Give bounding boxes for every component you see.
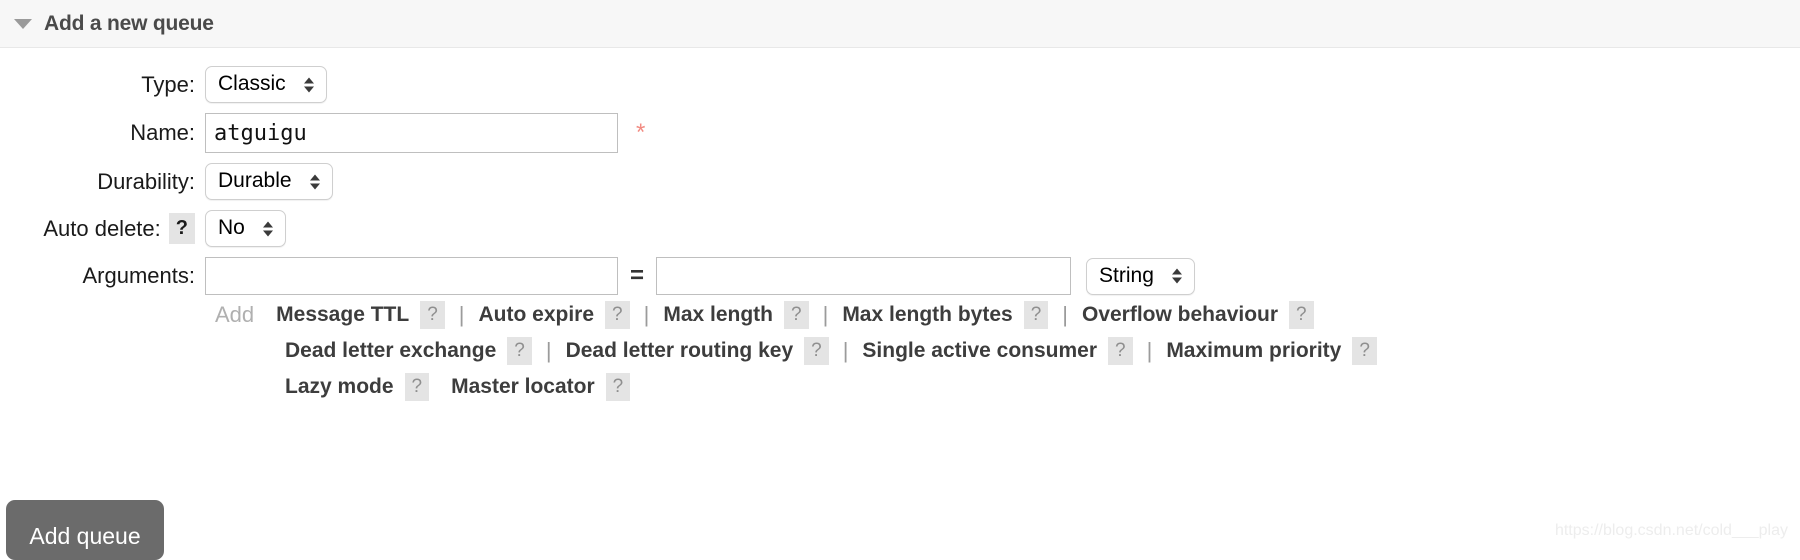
argument-type-select-wrap: String: [1086, 257, 1195, 295]
section-header[interactable]: Add a new queue: [0, 0, 1800, 48]
preset-maximum-priority-help-icon[interactable]: ?: [1352, 337, 1377, 365]
preset-separator: |: [822, 302, 829, 327]
preset-max-length-help-icon[interactable]: ?: [784, 301, 809, 329]
form-row-durability: Durability: Durable: [0, 163, 1800, 200]
preset-separator: |: [1062, 302, 1068, 327]
preset-separator: |: [1146, 338, 1153, 363]
arguments-label-group: Arguments:: [0, 263, 205, 289]
preset-lazy-mode[interactable]: Lazy mode: [285, 375, 394, 399]
form-row-name: Name: *: [0, 113, 1800, 153]
preset-message-ttl-help-icon[interactable]: ?: [420, 301, 445, 329]
form-row-auto-delete: Auto delete: ? No: [0, 210, 1800, 247]
durability-label: Durability:: [97, 168, 195, 194]
preset-maximum-priority[interactable]: Maximum priority: [1166, 339, 1341, 363]
preset-row-2: Dead letter exchange ? | Dead letter rou…: [215, 337, 1800, 365]
triangle-down-icon[interactable]: [14, 18, 32, 29]
preset-lazy-mode-help-icon[interactable]: ?: [404, 373, 430, 401]
watermark: https://blog.csdn.net/cold___play: [1554, 522, 1788, 539]
name-label-group: Name:: [0, 120, 205, 146]
form-row-arguments: Arguments: = String: [0, 257, 1800, 295]
preset-master-locator[interactable]: Master locator: [451, 375, 595, 399]
equals-sign: =: [630, 262, 645, 289]
preset-row-3: Lazy mode ? Master locator ?: [215, 373, 1800, 401]
preset-separator: |: [643, 302, 650, 327]
type-label-group: Type:: [0, 72, 205, 98]
argument-type-select[interactable]: String: [1086, 257, 1195, 295]
preset-message-ttl[interactable]: Message TTL: [276, 303, 409, 327]
argument-value-input[interactable]: [656, 257, 1072, 295]
preset-dead-letter-routing-key[interactable]: Dead letter routing key: [566, 339, 794, 363]
preset-separator: |: [545, 338, 552, 363]
type-select[interactable]: Classic: [205, 66, 327, 103]
preset-master-locator-help-icon[interactable]: ?: [605, 373, 631, 401]
preset-auto-expire[interactable]: Auto expire: [479, 303, 595, 327]
preset-overflow-behaviour-help-icon[interactable]: ?: [1289, 301, 1314, 329]
add-queue-button[interactable]: Add queue: [6, 500, 164, 560]
preset-separator: |: [458, 302, 465, 327]
name-label: Name:: [130, 120, 195, 145]
auto-delete-help-icon[interactable]: ?: [168, 213, 195, 244]
add-argument-link[interactable]: Add: [215, 302, 254, 328]
preset-row-1: Add Message TTL ? | Auto expire ? | Max …: [215, 301, 1800, 329]
type-label: Type:: [141, 71, 195, 97]
page-title: Add a new queue: [44, 11, 214, 35]
auto-delete-label-group: Auto delete: ?: [0, 213, 205, 244]
durability-select[interactable]: Durable: [205, 163, 333, 200]
durability-select-wrap: Durable: [205, 163, 333, 200]
auto-delete-label: Auto delete:: [43, 215, 161, 241]
argument-presets: Add Message TTL ? | Auto expire ? | Max …: [205, 301, 1800, 401]
preset-separator: |: [842, 338, 849, 363]
form-row-type: Type: Classic: [0, 66, 1800, 103]
preset-max-length-bytes[interactable]: Max length bytes: [842, 303, 1012, 327]
auto-delete-select[interactable]: No: [205, 210, 286, 247]
preset-max-length-bytes-help-icon[interactable]: ?: [1023, 301, 1049, 329]
preset-auto-expire-help-icon[interactable]: ?: [605, 301, 630, 329]
arguments-label: Arguments:: [82, 263, 196, 288]
name-input[interactable]: [205, 113, 618, 153]
preset-overflow-behaviour[interactable]: Overflow behaviour: [1082, 303, 1278, 327]
durability-label-group: Durability:: [0, 169, 205, 195]
argument-key-input[interactable]: [205, 257, 618, 295]
preset-max-length[interactable]: Max length: [663, 303, 773, 327]
type-select-wrap: Classic: [205, 66, 327, 103]
preset-dead-letter-exchange-help-icon[interactable]: ?: [507, 337, 532, 365]
preset-dead-letter-routing-key-help-icon[interactable]: ?: [804, 337, 829, 365]
add-queue-form: Type: Classic Name: * Durability: Durabl…: [0, 48, 1800, 401]
required-marker: *: [636, 119, 646, 146]
preset-single-active-consumer[interactable]: Single active consumer: [862, 339, 1097, 363]
preset-single-active-consumer-help-icon[interactable]: ?: [1108, 337, 1133, 365]
auto-delete-select-wrap: No: [205, 210, 286, 247]
preset-dead-letter-exchange[interactable]: Dead letter exchange: [285, 339, 496, 363]
